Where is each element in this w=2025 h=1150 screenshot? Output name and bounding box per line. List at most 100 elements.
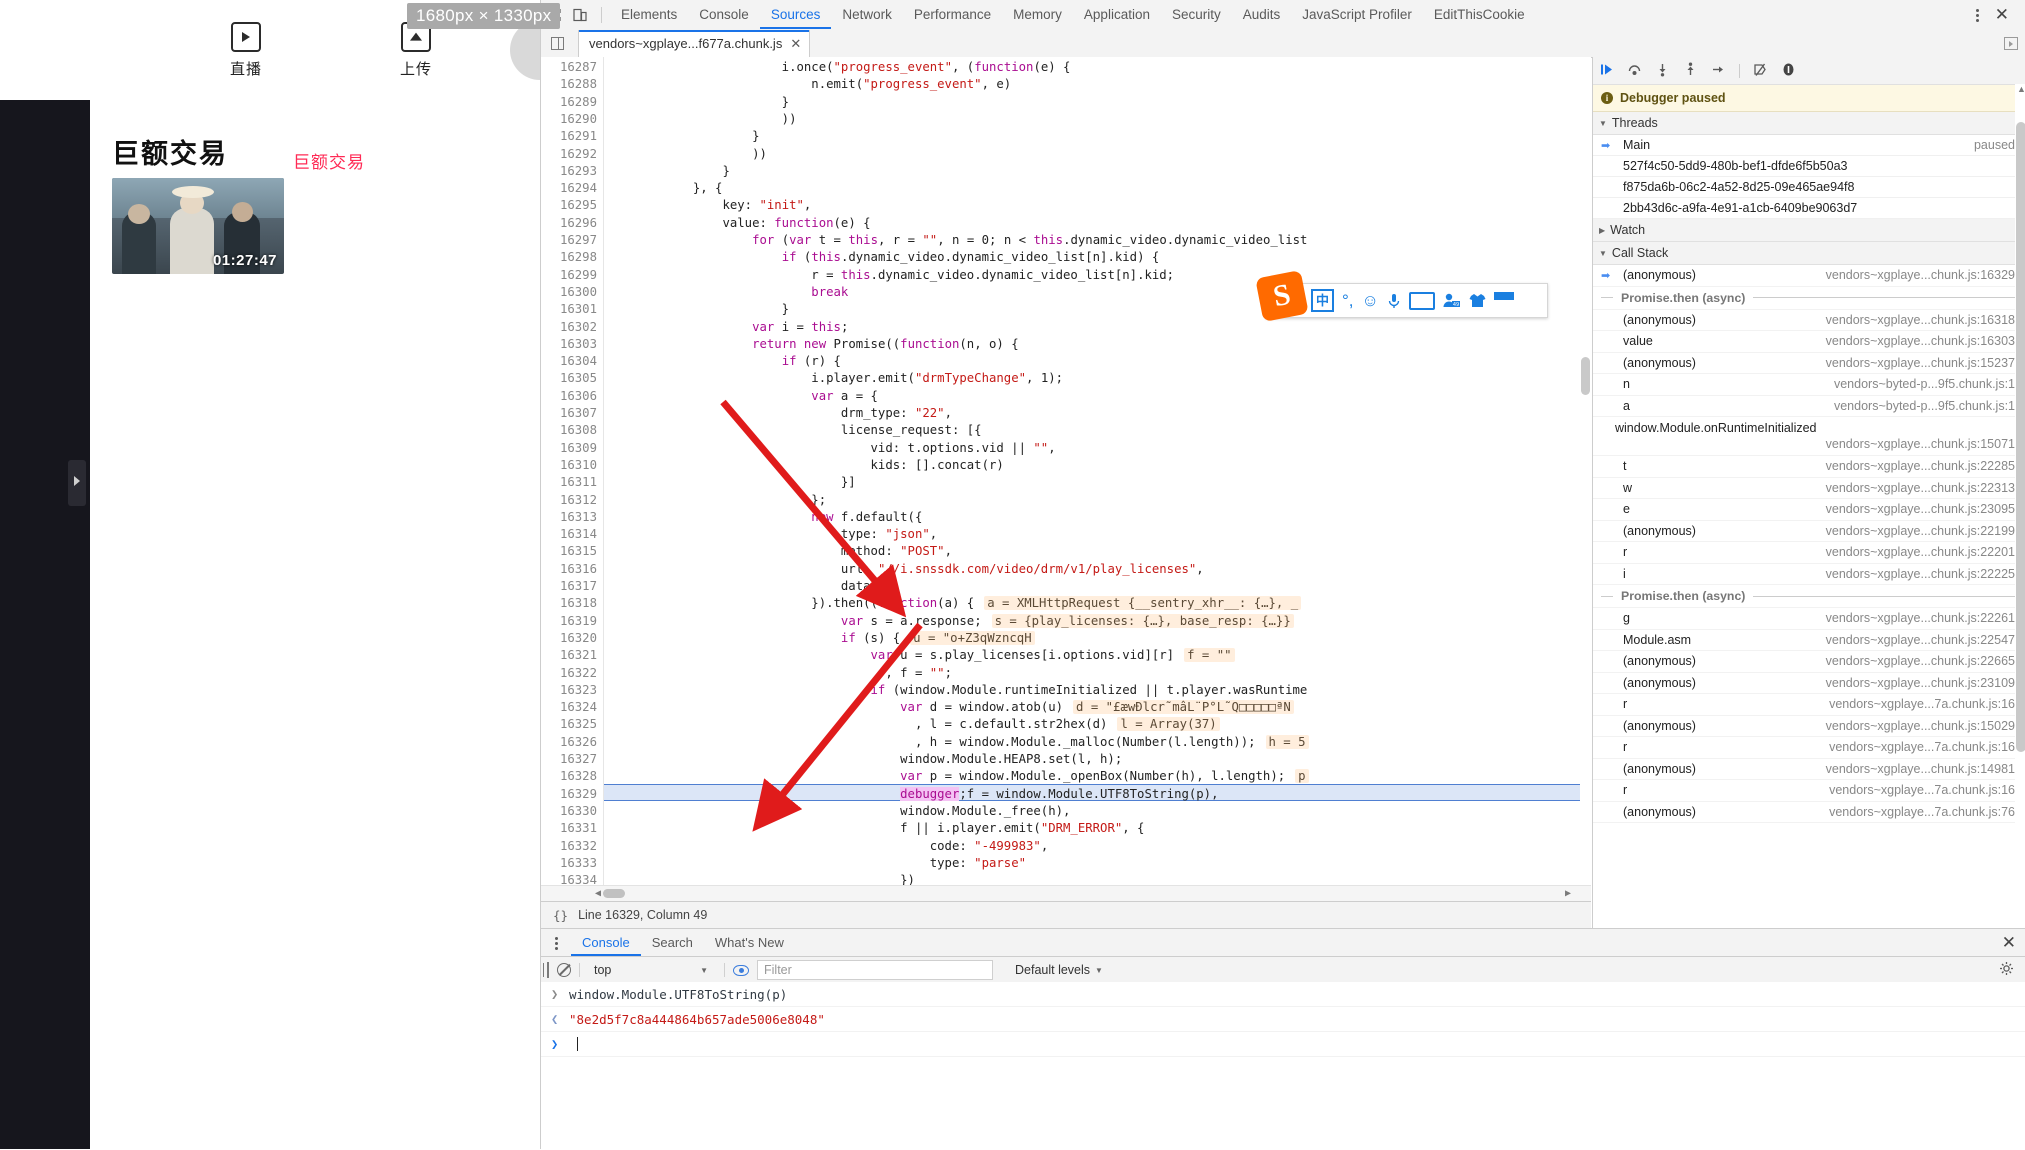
code-line[interactable]: for (var t = this, r = "", n = 0; n < th… <box>604 232 1307 249</box>
section-watch[interactable]: ▶ Watch <box>1593 219 2025 242</box>
call-stack-frame[interactable]: Module.asm vendors~xgplaye...chunk.js:225… <box>1593 630 2025 651</box>
thread-row[interactable]: 2bb43d6c-a9fa-4e91-a1cb-6409be9063d7 <box>1593 198 2025 219</box>
code-line[interactable]: n.emit("progress_event", e) <box>604 76 1011 93</box>
tab-console[interactable]: Console <box>688 0 760 29</box>
close-drawer-icon[interactable]: ✕ <box>2002 933 2016 953</box>
section-threads[interactable]: ▼ Threads <box>1593 112 2025 135</box>
code-line[interactable]: window.Module.HEAP8.set(l, h); <box>604 751 1122 768</box>
code-line[interactable]: i.player.emit("drmTypeChange", 1); <box>604 370 1063 387</box>
scroll-right-icon[interactable]: ▶ <box>1561 888 1575 899</box>
editor-horizontal-scrollbar[interactable]: ◀ ▶ <box>541 885 1591 901</box>
chinese-mode-icon[interactable]: 中 <box>1311 289 1334 312</box>
pretty-print-icon[interactable]: {} <box>553 908 568 923</box>
show-navigator-icon[interactable] <box>544 30 570 56</box>
call-stack-frame[interactable]: (anonymous) vendors~xgplaye...chunk.js:22… <box>1593 521 2025 542</box>
code-line[interactable]: license_request: [{ <box>604 422 982 439</box>
editor-scroll-thumb[interactable] <box>1581 357 1590 395</box>
code-line[interactable]: var i = this; <box>604 319 848 336</box>
deactivate-breakpoints-icon[interactable] <box>1753 62 1768 80</box>
section-call-stack[interactable]: ▼ Call Stack <box>1593 242 2025 265</box>
drawer-tab-search[interactable]: Search <box>641 929 704 956</box>
thread-row[interactable]: ➡ Main paused <box>1593 135 2025 156</box>
code-line[interactable]: var u = s.play_licenses[i.options.vid][r… <box>604 647 1235 664</box>
code-line[interactable]: , h = window.Module._malloc(Number(l.len… <box>604 734 1309 751</box>
code-line[interactable]: i.once("progress_event", (function(e) { <box>604 59 1071 76</box>
tab-performance[interactable]: Performance <box>903 0 1002 29</box>
file-tab-vendors-chunk[interactable]: vendors~xgplaye...f677a.chunk.js ✕ <box>578 29 811 57</box>
tab-elements[interactable]: Elements <box>610 0 688 29</box>
pause-script-execution-icon[interactable] <box>1599 62 1614 80</box>
console-prompt-line[interactable]: ❯ <box>541 1032 2025 1057</box>
execution-context-select[interactable]: top ▼ <box>588 963 716 977</box>
tab-sources[interactable]: Sources <box>760 0 832 29</box>
gear-icon[interactable] <box>1999 961 2025 979</box>
step-into-icon[interactable] <box>1655 62 1670 80</box>
call-stack-frame[interactable]: value vendors~xgplaye...chunk.js:16303 <box>1593 331 2025 353</box>
call-stack-frame[interactable]: (anonymous) vendors~xgplaye...chunk.js:16… <box>1593 310 2025 331</box>
close-devtools-icon[interactable]: ✕ <box>1986 5 2018 25</box>
call-stack-frame[interactable]: g vendors~xgplaye...chunk.js:22261 <box>1593 608 2025 630</box>
editor-hscroll-thumb[interactable] <box>603 889 625 898</box>
drawer-tab-console[interactable]: Console <box>571 929 641 956</box>
code-line[interactable]: }).then((function(a) {a = XMLHttpRequest… <box>604 595 1302 612</box>
thread-row[interactable]: 527f4c50-5dd9-480b-bef1-dfde6f5b50a3 <box>1593 156 2025 177</box>
call-stack-frame[interactable]: window.Module.onRuntimeInitialized vendor… <box>1593 417 2025 456</box>
nav-item-live[interactable]: 直播 <box>230 22 262 79</box>
code-line[interactable]: if (this.dynamic_video.dynamic_video_lis… <box>604 249 1160 266</box>
code-line[interactable]: } <box>604 94 789 111</box>
ime-floating-toolbar[interactable]: S 中 °, ☺ 49 <box>1255 270 1548 322</box>
code-line[interactable]: )) <box>604 111 797 128</box>
code-line[interactable]: type: "json", <box>604 526 937 543</box>
live-expression-icon[interactable] <box>733 964 749 976</box>
drawer-more-options-icon[interactable] <box>547 934 565 952</box>
code-line[interactable]: , l = c.default.str2hex(d) l = Array(37) <box>604 716 1220 733</box>
device-toolbar-icon[interactable] <box>567 2 593 28</box>
video-thumbnail[interactable]: 01:27:47 <box>112 178 284 274</box>
code-line[interactable]: key: "init", <box>604 197 811 214</box>
tab-editthiscookie[interactable]: EditThisCookie <box>1423 0 1536 29</box>
call-stack-frame[interactable]: w vendors~xgplaye...chunk.js:22313 <box>1593 478 2025 499</box>
code-line[interactable]: f || i.player.emit("DRM_ERROR", { <box>604 820 1144 837</box>
call-stack-frame[interactable]: (anonymous) vendors~xgplaye...chunk.js:14… <box>1593 759 2025 780</box>
call-stack-frame[interactable]: a vendors~byted-p...9f5.chunk.js:1 <box>1593 396 2025 417</box>
code-line[interactable]: new f.default({ <box>604 509 922 526</box>
voice-input-icon[interactable] <box>1387 293 1401 309</box>
call-stack-frame[interactable]: (anonymous) vendors~xgplaye...chunk.js:22… <box>1593 651 2025 673</box>
call-stack-frame[interactable]: r vendors~xgplaye...7a.chunk.js:16 <box>1593 694 2025 716</box>
code-line[interactable]: window.Module._free(h), <box>604 803 1070 820</box>
step-out-icon[interactable] <box>1683 62 1698 80</box>
code-line[interactable]: , f = ""; <box>604 665 952 682</box>
code-line[interactable]: }, { <box>604 180 723 197</box>
debugger-scrollbar[interactable]: ▲ ▼ <box>2015 84 2025 942</box>
code-lines[interactable]: i.once("progress_event", (function(e) { … <box>604 57 1591 901</box>
call-stack-frame[interactable]: t vendors~xgplaye...chunk.js:22285 <box>1593 456 2025 478</box>
code-line[interactable]: r = this.dynamic_video.dynamic_video_lis… <box>604 267 1174 284</box>
code-line[interactable]: } <box>604 163 729 180</box>
code-line[interactable]: method: "POST", <box>604 543 952 560</box>
toolbox-icon[interactable] <box>1493 291 1514 310</box>
sogou-logo-icon[interactable]: S <box>1255 270 1309 322</box>
call-stack-frame[interactable]: (anonymous) vendors~xgplaye...7a.chunk.js… <box>1593 802 2025 823</box>
code-line[interactable]: var s = a.response; s = {play_licenses: {… <box>604 613 1294 630</box>
code-line[interactable]: type: "parse" <box>604 855 1026 872</box>
tab-javascript-profiler[interactable]: JavaScript Profiler <box>1291 0 1423 29</box>
code-line[interactable]: break <box>604 284 848 301</box>
call-stack-frame[interactable]: ➡ (anonymous) vendors~xgplaye...chunk.js:1… <box>1593 265 2025 287</box>
code-line[interactable]: url: "//i.snssdk.com/video/drm/v1/play_l… <box>604 561 1204 578</box>
console-filter-input[interactable]: Filter <box>757 960 993 980</box>
call-stack-frame[interactable]: n vendors~byted-p...9f5.chunk.js:1 <box>1593 374 2025 396</box>
more-options-icon[interactable] <box>1968 6 1986 24</box>
tab-network[interactable]: Network <box>831 0 903 29</box>
editor-vertical-scrollbar[interactable] <box>1580 57 1591 901</box>
user-icon[interactable]: 49 <box>1443 293 1461 308</box>
code-line[interactable]: var d = window.atob(u) d = "£æwÐlcr˜mâL¨P… <box>604 699 1294 716</box>
code-line[interactable]: code: "-499983", <box>604 838 1048 855</box>
call-stack-frame[interactable]: i vendors~xgplaye...chunk.js:22225 <box>1593 564 2025 585</box>
console-sidebar-icon[interactable] <box>547 962 549 978</box>
console-log-list[interactable]: ❯ window.Module.UTF8ToString(p) ❮ "8e2d5f7c… <box>541 982 2025 1150</box>
sidebar-expand-handle[interactable] <box>68 460 86 506</box>
code-line[interactable]: }] <box>604 474 856 491</box>
soft-keyboard-icon[interactable] <box>1408 291 1435 310</box>
emoji-icon[interactable]: ☺ <box>1362 292 1379 309</box>
code-line[interactable]: drm_type: "22", <box>604 405 952 422</box>
